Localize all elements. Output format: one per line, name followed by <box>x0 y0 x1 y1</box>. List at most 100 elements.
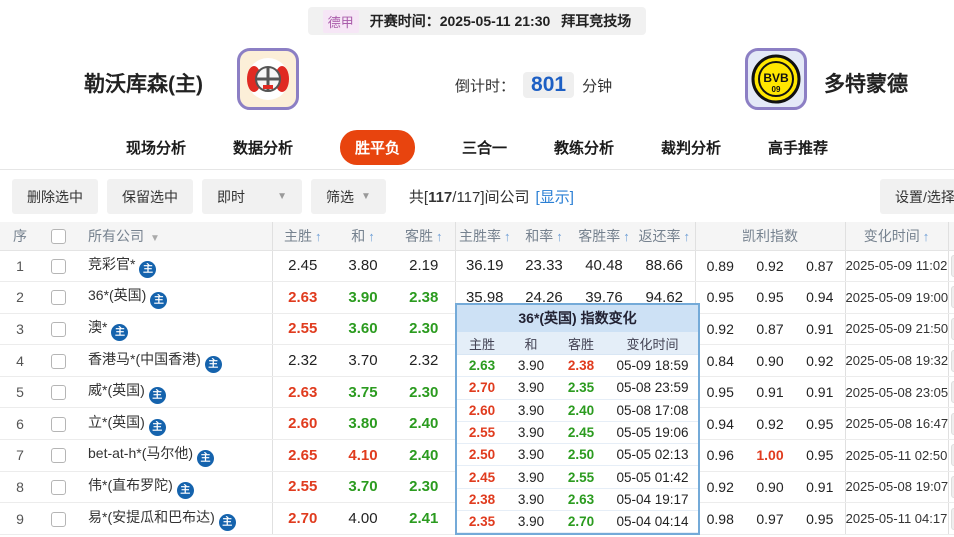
company-name[interactable]: 36*(英国) 主 <box>76 281 272 314</box>
row-checkbox[interactable] <box>50 416 66 432</box>
col-change-time[interactable]: 变化时间 ↑ <box>844 222 948 251</box>
col-kelly: 凯利指数 <box>694 222 845 251</box>
company-name[interactable]: 竞彩官* 主 <box>76 250 272 283</box>
popup-home-odds: 2.63 <box>468 358 496 374</box>
company-name[interactable]: 澳* 主 <box>76 313 272 346</box>
col-home-rate[interactable]: 主胜率 ↑ <box>454 222 514 251</box>
odds-cell[interactable]: 2.38 <box>393 281 455 314</box>
row-checkbox[interactable] <box>50 258 66 274</box>
odds-cell[interactable]: 2.55 <box>271 471 333 504</box>
select-all-checkbox[interactable] <box>50 229 66 245</box>
company-home-icon[interactable]: 主 <box>204 355 222 373</box>
odds-cell[interactable]: 4.00 <box>333 502 393 535</box>
company-name[interactable]: 香港马*(中国香港) 主 <box>76 344 272 377</box>
row-checkbox[interactable] <box>50 322 66 338</box>
row-checkbox[interactable] <box>50 448 66 464</box>
row-action-button[interactable] <box>950 254 954 277</box>
odds-cell[interactable]: 3.60 <box>333 313 393 346</box>
tab-data-analysis[interactable]: 数据分析 <box>233 137 293 158</box>
odds-cell[interactable]: 3.80 <box>333 250 393 283</box>
odds-cell[interactable]: 3.90 <box>333 281 393 314</box>
odds-cell[interactable]: 2.70 <box>271 502 333 535</box>
odds-cell[interactable]: 2.63 <box>271 281 333 314</box>
league-badge[interactable]: 德甲 <box>322 9 359 33</box>
company-home-icon[interactable]: 主 <box>139 260 157 278</box>
row-checkbox[interactable] <box>50 385 66 401</box>
col-home-odds[interactable]: 主胜 ↑ <box>271 222 333 251</box>
instant-dropdown[interactable]: 即时 ▼ <box>202 179 302 214</box>
odds-cell[interactable]: 2.55 <box>271 313 333 346</box>
company-name[interactable]: 威*(英国) 主 <box>76 376 272 409</box>
row-checkbox[interactable] <box>50 479 66 495</box>
odds-cell[interactable]: 4.10 <box>333 439 393 472</box>
tab-coach-analysis[interactable]: 教练分析 <box>554 137 614 158</box>
popup-change-time: 05-08 17:08 <box>616 402 689 418</box>
row-action-button[interactable] <box>950 381 954 404</box>
row-checkbox[interactable] <box>50 290 66 306</box>
company-home-icon[interactable]: 主 <box>150 292 168 310</box>
company-name[interactable]: 立*(英国) 主 <box>76 407 272 441</box>
company-name[interactable]: bet-at-h*(马尔他) 主 <box>76 439 272 472</box>
kelly-cell: 0.87 <box>745 313 795 346</box>
odds-cell[interactable]: 3.70 <box>333 344 393 377</box>
odds-cell[interactable]: 2.45 <box>271 250 333 283</box>
odds-cell[interactable]: 2.40 <box>393 439 455 472</box>
odds-cell[interactable]: 3.75 <box>333 376 393 409</box>
company-name[interactable]: 易*(安提瓜和巴布达) 主 <box>76 502 272 535</box>
popup-row: 2.63 3.90 2.38 05-09 18:59 <box>457 355 698 378</box>
filter-dropdown[interactable]: 筛选 ▼ <box>311 179 386 214</box>
company-home-icon[interactable]: 主 <box>176 481 194 499</box>
odds-cell[interactable]: 2.40 <box>393 407 455 441</box>
tab-referee-analysis[interactable]: 裁判分析 <box>661 137 721 158</box>
company-home-icon[interactable]: 主 <box>197 450 215 468</box>
col-draw-rate[interactable]: 和率 ↑ <box>514 222 574 251</box>
odds-cell[interactable]: 2.19 <box>393 250 455 283</box>
col-away-rate[interactable]: 客胜率 ↑ <box>574 222 634 251</box>
odds-cell[interactable]: 2.30 <box>393 471 455 504</box>
odds-cell[interactable]: 2.32 <box>393 344 455 377</box>
row-action-button[interactable] <box>950 349 954 372</box>
odds-cell[interactable]: 2.30 <box>393 376 455 409</box>
kelly-cell: 0.84 <box>694 344 745 377</box>
row-action-button[interactable] <box>950 412 954 435</box>
tab-win-draw-loss[interactable]: 胜平负 <box>339 129 415 165</box>
col-company[interactable]: 所有公司 ▼ <box>76 222 272 251</box>
delete-selected-button[interactable]: 删除选中 <box>12 179 98 214</box>
odds-cell[interactable]: 3.70 <box>333 471 393 504</box>
odds-cell[interactable]: 2.60 <box>271 407 333 441</box>
col-draw-odds[interactable]: 和 ↑ <box>333 222 393 251</box>
row-action-button[interactable] <box>950 475 954 498</box>
keep-selected-button[interactable]: 保留选中 <box>107 179 193 214</box>
col-return-rate[interactable]: 返还率 ↑ <box>634 222 695 251</box>
odds-cell[interactable]: 2.41 <box>393 502 455 535</box>
kelly-cell: 0.94 <box>694 407 745 441</box>
popup-change-time: 05-08 23:59 <box>616 380 689 396</box>
col-away-odds[interactable]: 客胜 ↑ <box>393 222 455 251</box>
company-name[interactable]: 伟*(直布罗陀) 主 <box>76 471 272 504</box>
odds-cell[interactable]: 2.65 <box>271 439 333 472</box>
odds-cell[interactable]: 3.80 <box>333 407 393 441</box>
tab-expert-picks[interactable]: 高手推荐 <box>768 137 828 158</box>
settings-select-button[interactable]: 设置/选择 <box>880 179 954 214</box>
row-seq: 6 <box>0 407 40 441</box>
company-home-icon[interactable]: 主 <box>218 513 236 531</box>
action-sliver-cell <box>947 439 954 472</box>
odds-cell[interactable]: 2.30 <box>393 313 455 346</box>
odds-cell[interactable]: 2.63 <box>271 376 333 409</box>
row-action-button[interactable] <box>950 444 954 467</box>
popup-home-odds: 2.45 <box>468 469 496 485</box>
row-checkbox[interactable] <box>50 511 66 527</box>
company-home-icon[interactable]: 主 <box>148 418 166 436</box>
col-select-all <box>40 222 76 251</box>
company-home-icon[interactable]: 主 <box>111 323 129 341</box>
caret-down-icon: ▼ <box>277 191 287 202</box>
show-link[interactable]: [显示] <box>536 189 574 206</box>
row-checkbox[interactable] <box>50 353 66 369</box>
row-action-button[interactable] <box>950 507 954 530</box>
tab-three-in-one[interactable]: 三合一 <box>462 137 507 158</box>
odds-cell[interactable]: 2.32 <box>271 344 333 377</box>
tab-live-analysis[interactable]: 现场分析 <box>126 137 186 158</box>
company-home-icon[interactable]: 主 <box>148 387 166 405</box>
row-action-button[interactable] <box>950 317 954 340</box>
row-action-button[interactable] <box>950 286 954 309</box>
